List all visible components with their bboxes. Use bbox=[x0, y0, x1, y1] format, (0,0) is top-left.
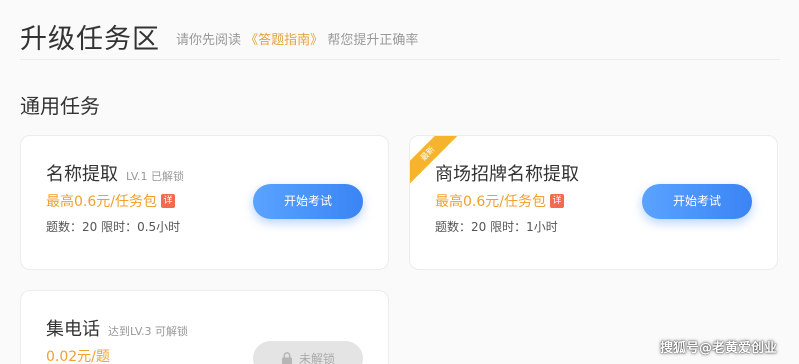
upgrade-task-page: 升级任务区 请你先阅读 《答题指南》 帮您提升正确率 通用任务 名称提取 LV.… bbox=[0, 0, 799, 364]
task-level: 达到LV.3 可解锁 bbox=[108, 325, 189, 338]
task-reward-row: 最高0.6元/任务包 详 bbox=[435, 191, 564, 211]
task-name: 商场招牌名称提取 bbox=[435, 164, 579, 185]
hint-prefix: 请你先阅读 bbox=[176, 33, 242, 48]
task-name: 名称提取 bbox=[46, 164, 118, 185]
task-card: 名称提取 LV.1 已解锁 最高0.6元/任务包 详 题数：20 限时：0.5小… bbox=[20, 135, 389, 270]
watermark: 搜狐号@老黄爱创业 bbox=[659, 341, 777, 356]
task-name-row: 集电话 达到LV.3 可解锁 bbox=[46, 315, 188, 341]
task-reward: 0.02元/题 bbox=[46, 349, 110, 364]
start-exam-button[interactable]: 开始考试 bbox=[253, 184, 363, 219]
page-title: 升级任务区 bbox=[20, 24, 160, 55]
section-title: 通用任务 bbox=[20, 94, 100, 118]
task-name-row: 商场招牌名称提取 bbox=[435, 160, 579, 186]
task-meta: 题数：20 限时：1小时 bbox=[435, 220, 558, 234]
detail-badge[interactable]: 详 bbox=[549, 194, 564, 208]
task-card: 最新 商场招牌名称提取 最高0.6元/任务包 详 题数：20 限时：1小时 开始… bbox=[409, 135, 778, 270]
locked-label: 未解锁 bbox=[298, 352, 335, 364]
hint-suffix: 帮您提升正确率 bbox=[327, 33, 419, 48]
task-card: 集电话 达到LV.3 可解锁 0.02元/题 未解锁 bbox=[20, 290, 389, 364]
lock-icon bbox=[281, 352, 292, 364]
task-level: LV.1 已解锁 bbox=[126, 170, 185, 183]
start-exam-button[interactable]: 开始考试 bbox=[642, 184, 752, 219]
answer-guide-link[interactable]: 《答题指南》 bbox=[245, 33, 323, 48]
task-name: 集电话 bbox=[46, 319, 100, 340]
task-reward: 最高0.6元/任务包 bbox=[435, 194, 546, 210]
task-reward-row: 最高0.6元/任务包 详 bbox=[46, 191, 175, 211]
task-reward-row: 0.02元/题 bbox=[46, 346, 110, 364]
task-meta: 题数：20 限时：0.5小时 bbox=[46, 220, 181, 234]
task-name-row: 名称提取 LV.1 已解锁 bbox=[46, 160, 184, 186]
detail-badge[interactable]: 详 bbox=[160, 194, 175, 208]
header-hint: 请你先阅读 《答题指南》 帮您提升正确率 bbox=[176, 29, 418, 48]
page-header: 升级任务区 请你先阅读 《答题指南》 帮您提升正确率 bbox=[20, 14, 780, 60]
task-reward: 最高0.6元/任务包 bbox=[46, 194, 157, 210]
locked-button[interactable]: 未解锁 bbox=[253, 341, 363, 364]
